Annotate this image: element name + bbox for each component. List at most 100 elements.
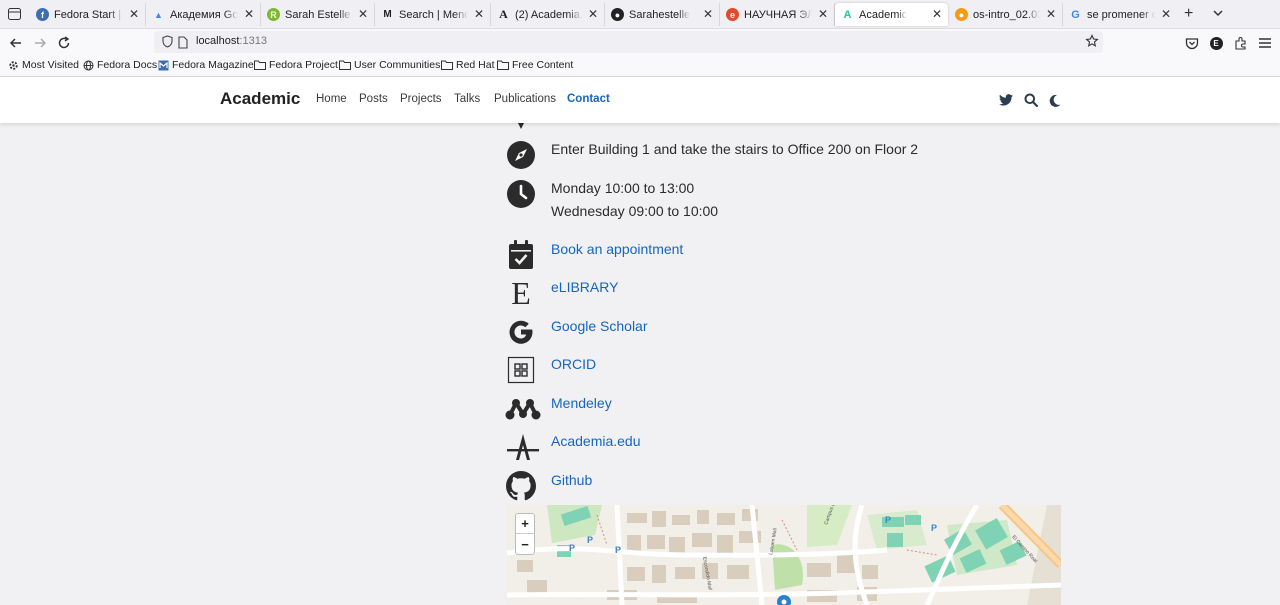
page-icon[interactable] xyxy=(178,36,188,54)
hugo-academic-icon: A xyxy=(843,8,852,21)
browser-tab[interactable]: A (2) Academia.edu ✕ xyxy=(491,3,605,26)
google-icon xyxy=(505,316,537,348)
scholar-icon: ▲ xyxy=(154,9,163,20)
folder-icon xyxy=(339,60,351,70)
bookmark-free-content[interactable]: Free Content xyxy=(497,59,573,71)
bookmark-most-visited[interactable]: Most Visited xyxy=(8,59,79,71)
svg-text:P: P xyxy=(885,515,891,525)
svg-text:P: P xyxy=(931,523,937,533)
close-tab-icon[interactable]: ✕ xyxy=(474,7,484,21)
office-hours-monday: Monday 10:00 to 13:00 xyxy=(551,180,695,196)
url-text[interactable]: localhost:1313 xyxy=(196,35,267,47)
svg-text:P: P xyxy=(615,545,621,555)
bookmark-star-icon[interactable] xyxy=(1085,34,1099,53)
nav-posts[interactable]: Posts xyxy=(359,93,388,105)
google-scholar-row: Google Scholar xyxy=(505,316,648,348)
close-tab-icon[interactable]: ✕ xyxy=(1161,7,1171,21)
github-icon: ● xyxy=(611,8,624,21)
nav-contact[interactable]: Contact xyxy=(567,93,610,105)
location-map[interactable]: PPP PP El Camino Real Campus Drive Escon… xyxy=(507,505,1061,605)
browser-tab[interactable]: ▲ Академия Google ✕ xyxy=(146,3,261,26)
appointment-row: Book an appointment xyxy=(505,239,683,271)
academia-icon xyxy=(505,431,541,463)
tab-list-icon[interactable] xyxy=(4,5,24,23)
bookmarks-toolbar: Most Visited Fedora Docs Fedora Magazine… xyxy=(0,56,1280,77)
browser-tab[interactable]: R Sarah Estelle Raz ✕ xyxy=(261,3,375,26)
mendeley-icon xyxy=(505,393,541,425)
close-tab-icon[interactable]: ✕ xyxy=(703,7,713,21)
map-tiles[interactable]: PPP PP El Camino Real Campus Drive Escon… xyxy=(507,505,1061,605)
calendar-check-icon xyxy=(505,239,537,271)
github-icon xyxy=(505,470,537,502)
browser-tab[interactable]: G se promener dan ✕ xyxy=(1063,3,1177,26)
bookmark-fedora-docs[interactable]: Fedora Docs xyxy=(83,59,157,71)
clock-icon xyxy=(505,178,537,210)
gear-icon xyxy=(8,60,19,71)
close-tab-icon[interactable]: ✕ xyxy=(818,7,828,21)
elibrary-icon: E xyxy=(511,275,531,311)
svg-text:P: P xyxy=(587,535,593,545)
zoom-in-button[interactable]: + xyxy=(516,514,534,534)
extensions-icon[interactable] xyxy=(1232,34,1250,52)
search-icon[interactable] xyxy=(1023,92,1039,108)
elibrary-icon: e xyxy=(726,8,739,21)
browser-tab[interactable]: ● os-intro_02.03.0 ✕ xyxy=(949,3,1063,26)
orcid-row: ORCID xyxy=(505,354,596,386)
browser-tab[interactable]: f Fedora Start | The ✕ xyxy=(30,3,146,26)
chevron-down-icon[interactable] xyxy=(1212,6,1224,24)
menu-icon[interactable] xyxy=(1256,34,1274,52)
new-tab-icon[interactable]: + xyxy=(1184,5,1193,23)
site-brand[interactable]: Academic xyxy=(220,89,300,109)
github-row: Github xyxy=(505,470,592,502)
nav-home[interactable]: Home xyxy=(316,93,347,105)
academia-row: Academia.edu xyxy=(505,431,641,463)
orcid-link[interactable]: ORCID xyxy=(551,353,596,375)
browser-tab-active[interactable]: A Academic ✕ xyxy=(835,3,948,26)
close-tab-icon[interactable]: ✕ xyxy=(244,7,254,21)
bookmark-red-hat[interactable]: Red Hat xyxy=(441,59,495,71)
map-zoom-control: + − xyxy=(515,513,535,555)
close-tab-icon[interactable]: ✕ xyxy=(129,7,139,21)
nav-talks[interactable]: Talks xyxy=(454,93,480,105)
browser-tab[interactable]: M Search | Mendeley ✕ xyxy=(375,3,491,26)
url-bar[interactable]: localhost:1313 xyxy=(154,31,1103,53)
pocket-icon[interactable] xyxy=(1183,34,1201,52)
google-icon: G xyxy=(1071,8,1080,21)
google-scholar-link[interactable]: Google Scholar xyxy=(551,315,648,337)
folder-icon xyxy=(441,60,453,70)
book-appointment-link[interactable]: Book an appointment xyxy=(551,238,683,260)
bookmark-fedora-project[interactable]: Fedora Project xyxy=(254,59,338,71)
nav-publications[interactable]: Publications xyxy=(494,93,556,105)
close-tab-icon[interactable]: ✕ xyxy=(588,7,598,21)
account-icon[interactable]: E xyxy=(1207,34,1225,52)
twitter-icon[interactable] xyxy=(998,92,1014,108)
bookmark-user-communities[interactable]: User Communities xyxy=(339,59,440,71)
shield-icon[interactable] xyxy=(162,35,173,53)
directions-text: Enter Building 1 and take the stairs to … xyxy=(551,141,919,157)
folder-icon xyxy=(497,60,509,70)
browser-nav-bar: localhost:1313 E xyxy=(0,29,1280,56)
close-tab-icon[interactable]: ✕ xyxy=(1046,7,1056,21)
nav-projects[interactable]: Projects xyxy=(400,93,442,105)
mendeley-link[interactable]: Mendeley xyxy=(551,392,612,414)
researchgate-icon: R xyxy=(267,8,280,21)
zoom-out-button[interactable]: − xyxy=(516,534,534,554)
bookmark-fedora-magazine[interactable]: Fedora Magazine xyxy=(158,59,254,71)
academia-link[interactable]: Academia.edu xyxy=(551,430,641,452)
browser-tab[interactable]: ● Sarahestelle ✕ xyxy=(605,3,720,26)
fedora-icon: f xyxy=(36,8,49,21)
github-link[interactable]: Github xyxy=(551,469,592,491)
orcid-icon xyxy=(505,354,537,386)
mendeley-row: Mendeley xyxy=(505,393,612,425)
close-tab-icon[interactable]: ✕ xyxy=(932,7,942,21)
office-hours-row: Monday 10:00 to 13:00 Wednesday 09:00 to… xyxy=(505,178,718,219)
elibrary-link[interactable]: eLIBRARY xyxy=(551,276,618,298)
back-icon[interactable] xyxy=(6,33,26,53)
forward-icon[interactable] xyxy=(30,33,50,53)
site-navbar: Academic Home Posts Projects Talks Publi… xyxy=(0,77,1280,123)
close-tab-icon[interactable]: ✕ xyxy=(358,7,368,21)
moon-icon[interactable] xyxy=(1047,92,1063,108)
reload-icon[interactable] xyxy=(54,33,74,53)
browser-tab[interactable]: e НАУЧНАЯ ЭЛЕКТ ✕ xyxy=(720,3,835,26)
magazine-icon xyxy=(158,60,169,71)
